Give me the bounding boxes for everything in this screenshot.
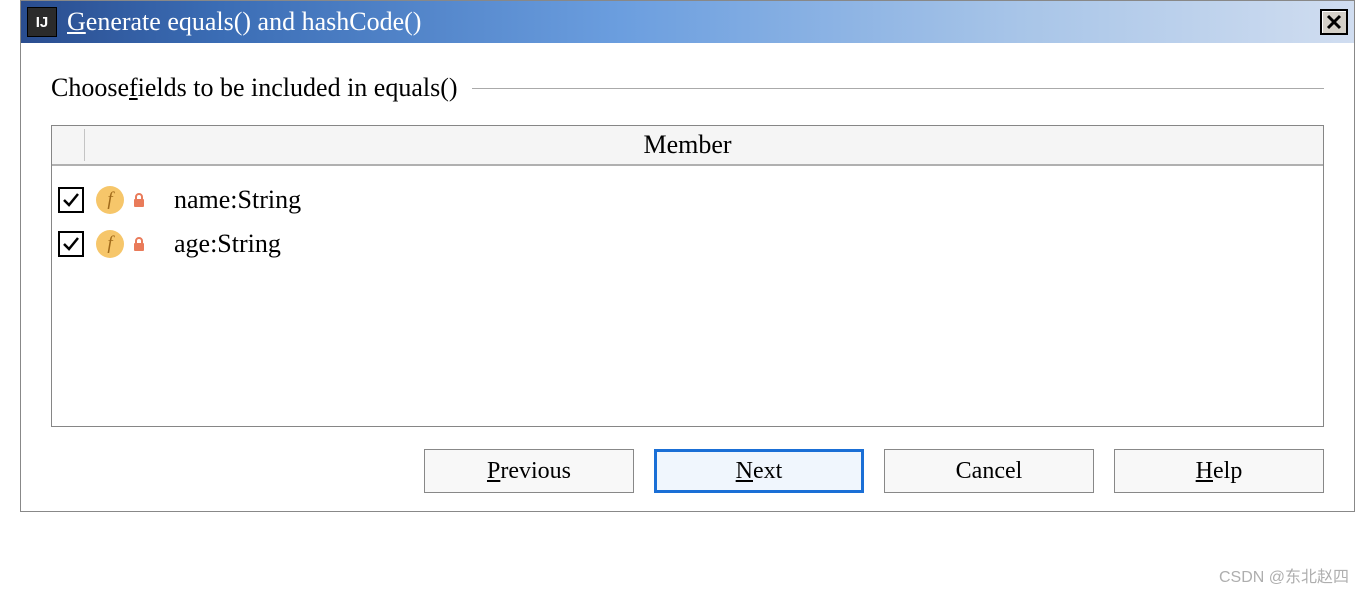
intellij-icon: IJ (27, 7, 57, 37)
btn-mnemonic: P (487, 458, 500, 485)
group-mnemonic: f (129, 73, 138, 103)
member-table: Member f name:String f (51, 125, 1324, 427)
lock-icon (130, 236, 148, 252)
field-icon: f (96, 186, 124, 214)
button-bar: Previous Next Cancel Help (51, 449, 1324, 493)
help-button[interactable]: Help (1114, 449, 1324, 493)
title-bar[interactable]: IJ Generate equals() and hashCode() (21, 1, 1354, 43)
table-row[interactable]: f age:String (52, 222, 1323, 266)
btn-rest: revious (500, 458, 571, 485)
lock-icon (130, 192, 148, 208)
window-title: Generate equals() and hashCode() (67, 7, 1310, 37)
btn-mnemonic: N (736, 458, 753, 485)
group-suffix: ields to be included in equals() (138, 73, 458, 103)
previous-button[interactable]: Previous (424, 449, 634, 493)
column-separator (84, 129, 85, 161)
group-prefix: Choose (51, 73, 129, 103)
cancel-button[interactable]: Cancel (884, 449, 1094, 493)
table-header[interactable]: Member (52, 126, 1323, 166)
close-button[interactable] (1320, 9, 1348, 35)
watermark: CSDN @东北赵四 (1219, 563, 1349, 587)
btn-mnemonic: H (1196, 458, 1213, 485)
dialog-content: Choose f ields to be included in equals(… (21, 43, 1354, 511)
member-label: age:String (174, 229, 281, 259)
group-separator (472, 88, 1324, 89)
table-body: f name:String f age:String (52, 166, 1323, 426)
title-underline: G (67, 7, 86, 36)
checkbox[interactable] (58, 187, 84, 213)
next-button[interactable]: Next (654, 449, 864, 493)
dialog-window: IJ Generate equals() and hashCode() Choo… (20, 0, 1355, 512)
column-member: Member (643, 130, 731, 160)
btn-text: Cancel (956, 458, 1023, 485)
btn-rest: ext (753, 458, 782, 485)
field-icon: f (96, 230, 124, 258)
checkbox[interactable] (58, 231, 84, 257)
member-label: name:String (174, 185, 301, 215)
btn-rest: elp (1213, 458, 1242, 485)
group-label: Choose f ields to be included in equals(… (51, 73, 1324, 103)
table-row[interactable]: f name:String (52, 178, 1323, 222)
title-rest: enerate equals() and hashCode() (86, 7, 422, 36)
